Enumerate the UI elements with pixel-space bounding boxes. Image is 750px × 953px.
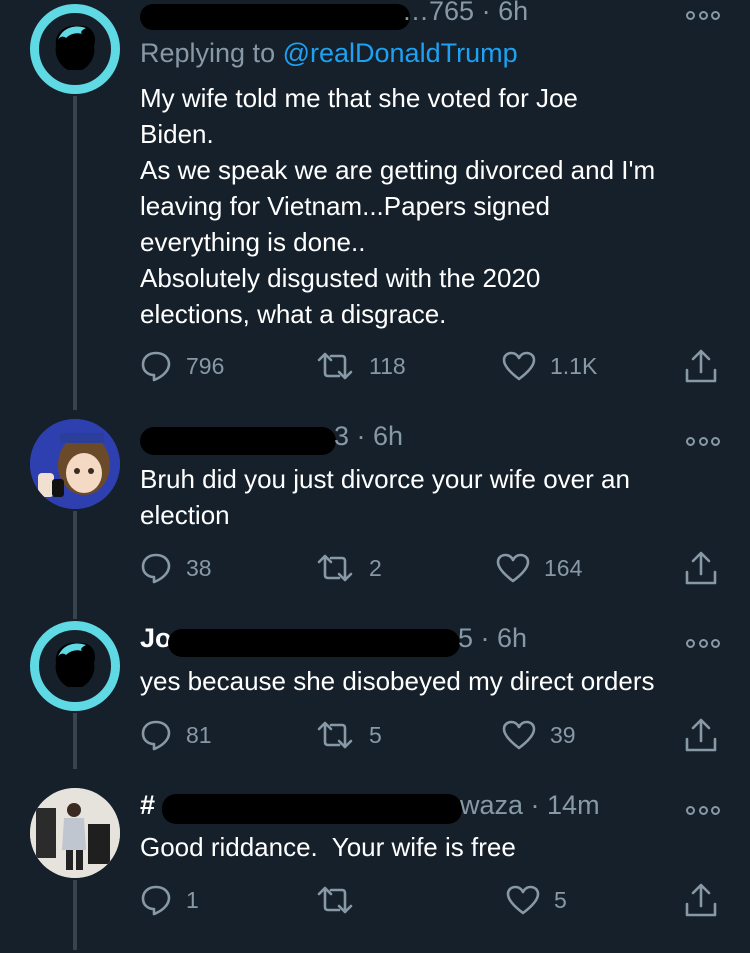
share-upload-icon — [685, 349, 717, 383]
anime-avatar-image — [30, 419, 120, 509]
heart-icon — [502, 351, 536, 381]
tweet-text: yes because she disobeyed my direct orde… — [140, 666, 655, 696]
share-upload-icon — [685, 718, 717, 752]
timestamp[interactable]: 6h — [373, 421, 403, 451]
display-name[interactable]: Jo — [140, 623, 172, 654]
redaction-bar — [162, 794, 462, 824]
tweet-header: 3 · 6h — [140, 421, 690, 457]
redaction-bar — [168, 629, 460, 657]
more-options-icon[interactable] — [686, 9, 720, 21]
tweet-header: Jo 5 · 6h — [140, 623, 690, 659]
handle[interactable]: 3 — [334, 421, 349, 451]
more-options-icon[interactable] — [686, 804, 720, 816]
share-button[interactable] — [684, 346, 718, 386]
tweet-text: Good riddance. Your wife is free — [140, 832, 516, 862]
share-upload-icon — [685, 551, 717, 585]
retweet-arrows-icon — [317, 886, 353, 914]
profile-photo-image — [30, 788, 120, 878]
tweet-4[interactable]: # waza · 14m Good riddance. Your wife is… — [0, 784, 750, 953]
reply-button[interactable]: 38 — [140, 548, 212, 588]
share-button[interactable] — [684, 548, 718, 588]
mention-link[interactable]: @realDonaldTrump — [283, 38, 518, 68]
hair-silhouette-icon — [55, 25, 96, 70]
share-button[interactable] — [684, 715, 718, 755]
heart-icon — [506, 885, 540, 915]
avatar[interactable] — [30, 4, 120, 94]
reply-button[interactable]: 1 — [140, 880, 199, 920]
reply-count: 81 — [186, 721, 212, 748]
replying-to: Replying to @realDonaldTrump — [140, 38, 518, 68]
retweet-count: 118 — [369, 352, 406, 379]
speech-bubble-icon — [141, 553, 171, 584]
retweet-button[interactable]: 118 — [315, 346, 406, 386]
like-button[interactable]: 5 — [506, 880, 567, 920]
hair-silhouette-icon — [55, 642, 96, 687]
heart-icon — [496, 553, 530, 583]
retweet-count: 2 — [369, 554, 382, 581]
retweet-arrows-icon — [317, 554, 353, 582]
tweet-actions: 796 118 1.1K — [140, 346, 720, 386]
retweet-count: 5 — [369, 721, 382, 748]
avatar[interactable] — [30, 621, 120, 711]
thread-line — [73, 880, 77, 950]
thread-line — [73, 96, 77, 410]
reply-count: 38 — [186, 554, 212, 581]
handle[interactable]: …765 — [402, 0, 474, 26]
thread-line — [73, 713, 77, 769]
tweet-text: My wife told me that she voted for Joe B… — [140, 83, 656, 329]
timestamp[interactable]: 6h — [497, 623, 527, 653]
display-name[interactable]: # — [140, 790, 155, 821]
speech-bubble-icon — [141, 351, 171, 382]
tweet-1[interactable]: …765 · 6h Replying to @realDonaldTrump M… — [0, 0, 750, 410]
retweet-button[interactable] — [315, 880, 369, 920]
like-button[interactable]: 39 — [502, 715, 576, 755]
reply-button[interactable]: 81 — [140, 715, 212, 755]
thread-line — [73, 511, 77, 619]
handle[interactable]: 5 — [458, 623, 473, 653]
tweet-header: …765 · 6h — [140, 0, 690, 32]
tweet-2[interactable]: 3 · 6h Bruh did you just divorce your wi… — [0, 415, 750, 619]
like-button[interactable]: 164 — [496, 548, 582, 588]
tweet-header: # waza · 14m — [140, 790, 690, 826]
more-options-icon[interactable] — [686, 435, 720, 447]
like-button[interactable]: 1.1K — [502, 346, 597, 386]
redaction-bar — [140, 4, 410, 30]
share-upload-icon — [685, 883, 717, 917]
tweet-actions: 1 5 — [140, 880, 720, 920]
retweet-arrows-icon — [317, 721, 353, 749]
reply-count: 1 — [186, 886, 199, 913]
reply-button[interactable]: 796 — [140, 346, 224, 386]
more-options-icon[interactable] — [686, 637, 720, 649]
tweet-text: Bruh did you just divorce your wife over… — [140, 464, 630, 530]
timestamp[interactable]: 14m — [547, 790, 600, 820]
like-count: 39 — [550, 721, 576, 748]
redaction-bar — [140, 427, 336, 455]
share-button[interactable] — [684, 880, 718, 920]
speech-bubble-icon — [141, 885, 171, 916]
handle[interactable]: waza — [460, 790, 523, 820]
timestamp[interactable]: 6h — [498, 0, 528, 26]
retweet-button[interactable]: 2 — [315, 548, 382, 588]
avatar[interactable] — [30, 419, 120, 509]
retweet-arrows-icon — [317, 352, 353, 380]
like-count: 164 — [544, 554, 583, 581]
tweet-actions: 81 5 39 — [140, 715, 720, 755]
like-count: 1.1K — [550, 352, 598, 379]
tweet-actions: 38 2 164 — [140, 548, 720, 588]
reply-count: 796 — [186, 352, 225, 379]
heart-icon — [502, 720, 536, 750]
tweet-3[interactable]: Jo 5 · 6h yes because she disobeyed my d… — [0, 617, 750, 777]
avatar[interactable] — [30, 788, 120, 878]
retweet-button[interactable]: 5 — [315, 715, 382, 755]
like-count: 5 — [554, 886, 567, 913]
speech-bubble-icon — [141, 720, 171, 751]
